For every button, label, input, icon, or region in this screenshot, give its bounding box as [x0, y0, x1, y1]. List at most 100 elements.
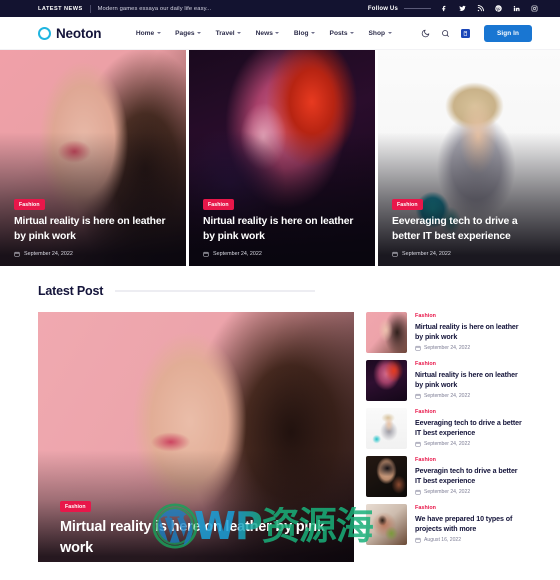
nav-label: Pages: [175, 29, 195, 37]
list-item[interactable]: Fashion We have prepared 10 types of pro…: [366, 504, 522, 545]
nav-item-news[interactable]: News: [256, 30, 280, 37]
post-title[interactable]: Mirtual reality is here on leather by pi…: [415, 322, 522, 342]
post-date: September 24, 2022: [424, 345, 471, 352]
post-thumbnail: [366, 504, 407, 545]
instagram-icon[interactable]: [531, 5, 538, 12]
latest-post-list: Fashion Mirtual reality is here on leath…: [366, 312, 522, 562]
nav-item-posts[interactable]: Posts: [329, 29, 355, 37]
post-title[interactable]: We have prepared 10 types of projects wi…: [415, 514, 522, 534]
list-item[interactable]: Fashion Eeveraging tech to drive a bette…: [366, 408, 522, 449]
brand-name: Neoton: [56, 25, 102, 41]
post-body: Fashion Nirtual reality is here on leath…: [415, 360, 522, 399]
hero-title[interactable]: Eeveraging tech to drive a better IT bes…: [392, 215, 548, 244]
latest-post-content: Fashion Mirtual reality is here on leath…: [38, 312, 522, 562]
post-thumbnail: [366, 312, 407, 353]
hero-card[interactable]: Fashion Nirtual reality is here on leath…: [189, 50, 375, 266]
post-body: Fashion Peveragin tech to drive a better…: [415, 456, 522, 495]
post-category[interactable]: Fashion: [415, 457, 522, 463]
post-meta: September 24, 2022: [415, 345, 522, 351]
nav-label: Home: [135, 29, 155, 37]
featured-caption: Fashion Mirtual reality is here on leath…: [60, 495, 332, 558]
page-root: LATEST NEWS Modern games essaya our dail…: [0, 0, 560, 580]
follow-us-rule: [404, 8, 431, 9]
post-title[interactable]: Eeveraging tech to drive a better IT bes…: [415, 418, 522, 438]
hero-card[interactable]: Fashion Mirtual reality is here on leath…: [0, 50, 186, 266]
twitter-icon[interactable]: [459, 5, 466, 12]
featured-post-card[interactable]: Fashion Mirtual reality is here on leath…: [38, 312, 354, 562]
calendar-icon: [392, 251, 398, 257]
list-item[interactable]: Fashion Nirtual reality is here on leath…: [366, 360, 522, 401]
list-item[interactable]: Fashion Mirtual reality is here on leath…: [366, 312, 522, 353]
hero-caption: Fashion Nirtual reality is here on leath…: [203, 193, 363, 257]
main-navigation: Neoton Home Pages Travel News Blog Posts…: [0, 17, 560, 50]
nav-item-pages[interactable]: Pages: [175, 29, 202, 37]
featured-title[interactable]: Mirtual reality is here on leather by pi…: [60, 517, 332, 558]
post-thumbnail: [366, 360, 407, 401]
nav-item-home[interactable]: Home: [136, 30, 161, 37]
chevron-down-icon: [275, 32, 280, 34]
nav-label: Travel: [215, 29, 235, 37]
chevron-down-icon: [237, 32, 242, 34]
top-bar-left: LATEST NEWS Modern games essaya our dail…: [38, 4, 212, 13]
category-badge[interactable]: Fashion: [60, 501, 91, 513]
site-logo[interactable]: Neoton: [38, 26, 101, 41]
hero-date: September 24, 2022: [402, 251, 451, 257]
nav-label: Blog: [293, 29, 309, 37]
nav-item-shop[interactable]: Shop: [369, 30, 392, 37]
post-date: August 16, 2022: [424, 537, 462, 544]
list-item[interactable]: Fashion Peveragin tech to drive a better…: [366, 456, 522, 497]
section-header: Latest Post: [38, 284, 522, 298]
post-category[interactable]: Fashion: [415, 361, 522, 367]
nav-item-blog[interactable]: Blog: [293, 29, 316, 37]
post-category[interactable]: Fashion: [415, 409, 522, 415]
hero-title[interactable]: Nirtual reality is here on leather by pi…: [203, 215, 363, 244]
top-bar-divider: [89, 4, 91, 13]
chevron-down-icon: [156, 32, 161, 34]
post-category[interactable]: Fashion: [415, 313, 522, 319]
chevron-down-icon: [350, 32, 355, 34]
calendar-icon: [14, 251, 20, 257]
search-icon[interactable]: [441, 29, 450, 38]
chevron-down-icon: [311, 32, 316, 34]
section-rule: [115, 290, 316, 292]
facebook-icon[interactable]: [441, 5, 448, 12]
news-ticker-text[interactable]: Modern games essaya our daily life easy.…: [98, 6, 212, 12]
calendar-icon: [415, 345, 421, 351]
cart-icon[interactable]: [461, 28, 470, 38]
post-date: September 24, 2022: [424, 441, 471, 448]
post-category[interactable]: Fashion: [415, 505, 522, 511]
category-badge[interactable]: Fashion: [203, 199, 234, 211]
rss-icon[interactable]: [477, 5, 484, 12]
hero-card[interactable]: Fashion Eeveraging tech to drive a bette…: [378, 50, 560, 266]
post-thumbnail: [366, 456, 407, 497]
calendar-icon: [415, 537, 421, 543]
nav-item-travel[interactable]: Travel: [216, 30, 242, 37]
nav-menu: Home Pages Travel News Blog Posts Shop: [136, 28, 470, 38]
nav-icon-group: [421, 28, 470, 38]
nav-label: Shop: [368, 29, 385, 37]
hero-date: September 24, 2022: [213, 251, 262, 257]
post-body: Fashion We have prepared 10 types of pro…: [415, 504, 522, 543]
section-title: Latest Post: [38, 284, 104, 298]
dark-mode-icon[interactable]: [421, 29, 430, 38]
post-title[interactable]: Nirtual reality is here on leather by pi…: [415, 370, 522, 390]
chevron-down-icon: [197, 32, 202, 34]
sign-in-button[interactable]: Sign In: [484, 24, 532, 42]
hero-title[interactable]: Mirtual reality is here on leather by pi…: [14, 215, 174, 244]
nav-label: Posts: [329, 29, 348, 37]
hero-meta: September 24, 2022: [203, 251, 363, 257]
top-bar-right: Follow Us: [368, 5, 546, 12]
logo-circle-icon: [38, 26, 51, 40]
post-meta: September 24, 2022: [415, 441, 522, 447]
latest-news-label: LATEST NEWS: [38, 5, 83, 12]
post-thumbnail: [366, 408, 407, 449]
post-title[interactable]: Peveragin tech to drive a better IT best…: [415, 466, 522, 486]
category-badge[interactable]: Fashion: [392, 199, 423, 211]
calendar-icon: [415, 441, 421, 447]
pinterest-icon[interactable]: [495, 5, 502, 12]
post-body: Fashion Eeveraging tech to drive a bette…: [415, 408, 522, 447]
chevron-down-icon: [387, 32, 392, 34]
top-bar: LATEST NEWS Modern games essaya our dail…: [0, 0, 560, 17]
category-badge[interactable]: Fashion: [14, 199, 45, 211]
linkedin-icon[interactable]: [513, 5, 520, 12]
